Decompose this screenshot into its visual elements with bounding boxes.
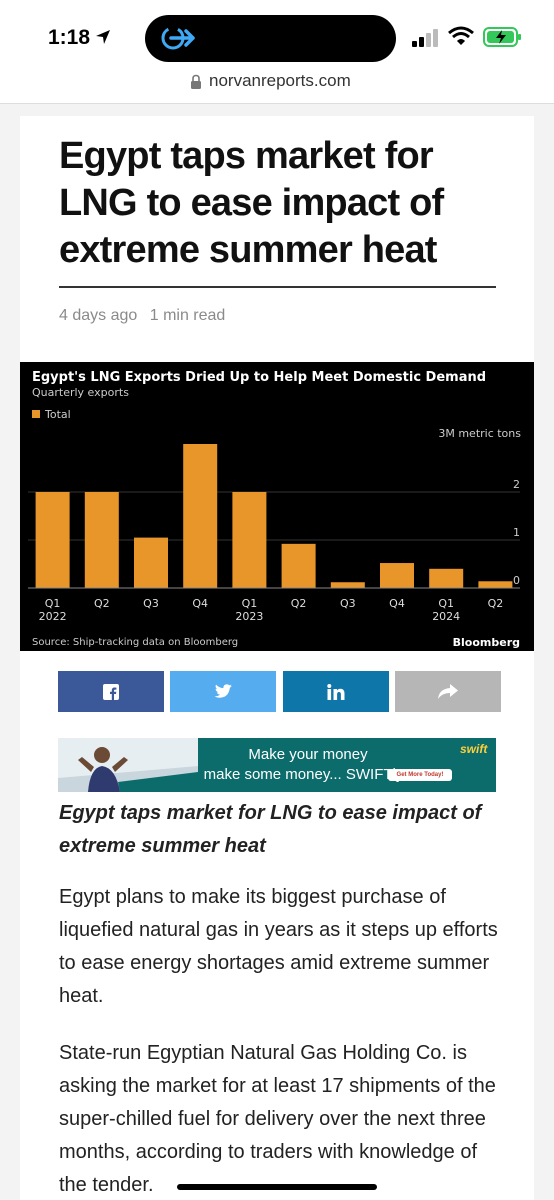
article-meta: 4 days ago 1 min read [59, 307, 225, 325]
x-tick-label: Q1 [45, 597, 61, 610]
x-tick-label: Q3 [143, 597, 159, 610]
url-text: norvanreports.com [209, 71, 351, 90]
bar [183, 444, 218, 588]
article-paragraph: State-run Egyptian Natural Gas Holding C… [59, 1042, 496, 1196]
chart-plot: 012Q12022Q2 Q3 Q4 Q12023Q2 Q3 Q4 Q12024Q2 [28, 444, 520, 623]
ad-photo [58, 738, 198, 792]
bar [429, 568, 464, 588]
bar [84, 492, 119, 588]
share-linkedin-button[interactable] [283, 671, 389, 712]
screen-share-icon [161, 26, 195, 50]
dynamic-island [145, 15, 396, 62]
ad-cta-button[interactable]: Get More Today! [388, 769, 452, 781]
bar [380, 563, 414, 588]
chart-legend: Total [32, 408, 71, 421]
x-tick-label: Q1 [438, 597, 454, 610]
share-arrow-icon [438, 684, 458, 699]
article-paragraph: Egypt plans to make its biggest purchase… [59, 886, 498, 1007]
lock-icon [191, 74, 201, 89]
y-tick-label: 1 [513, 526, 520, 539]
status-bar: 1:18 [0, 0, 554, 68]
x-tick-label: Q1 [242, 597, 258, 610]
lng-exports-chart: 0 1 2 Q1 2022 Q2 Q3 Q4 Q1 2023 Q2 Q3 Q4 Q1 2024 Q2 Egyp… [20, 362, 534, 651]
y-tick-label: 2 [513, 478, 520, 491]
share-more-button[interactable] [395, 671, 501, 712]
x-tick-label: Q2 [291, 597, 307, 610]
article-headline: Egypt taps market for LNG to ease impact… [59, 135, 444, 271]
x-tick-label: Q4 [389, 597, 405, 610]
cell-signal-icon [412, 29, 438, 47]
chart-brand: Bloomberg [452, 636, 520, 649]
bar [478, 581, 513, 588]
facebook-icon [103, 683, 119, 700]
clock: 1:18 [48, 26, 91, 49]
twitter-icon [214, 684, 232, 698]
article-subheading: Egypt taps market for LNG to ease impact… [59, 802, 482, 857]
headline-divider [59, 286, 496, 288]
legend-swatch [32, 410, 40, 418]
bar [232, 492, 267, 588]
x-tick-label: Q3 [340, 597, 356, 610]
bar [330, 582, 365, 588]
chart-title: Egypt's LNG Exports Dried Up to Help Mee… [32, 370, 487, 385]
chart-unit-label: 3M metric tons [438, 427, 521, 440]
share-facebook-button[interactable] [58, 671, 164, 712]
bar [35, 492, 70, 588]
battery-charging-icon [483, 27, 521, 47]
article-read-time: 1 min read [149, 307, 226, 324]
bar [281, 543, 316, 588]
ad-logo: swift [460, 742, 488, 756]
x-tick-label: Q2 [94, 597, 110, 610]
legend-label: Total [45, 408, 71, 421]
year-label: 2024 [432, 610, 460, 623]
year-label: 2022 [39, 610, 67, 623]
x-tick-label: Q4 [192, 597, 208, 610]
chart-subtitle: Quarterly exports [32, 386, 129, 399]
wifi-icon [448, 26, 474, 45]
ad-banner[interactable]: Make your money make some money... SWIFT… [58, 738, 496, 792]
address-bar[interactable]: norvanreports.com [0, 68, 554, 104]
bar [134, 537, 168, 588]
home-indicator[interactable] [177, 1184, 377, 1190]
article-age: 4 days ago [59, 307, 138, 324]
share-twitter-button[interactable] [170, 671, 276, 712]
location-arrow-icon [96, 30, 110, 44]
x-tick-label: Q2 [488, 597, 504, 610]
linkedin-icon [327, 683, 345, 700]
y-tick-label: 0 [513, 574, 520, 587]
ad-headline-line1: Make your money [248, 746, 368, 763]
chart-source: Source: Ship-tracking data on Bloomberg [32, 637, 239, 648]
year-label: 2023 [235, 610, 263, 623]
